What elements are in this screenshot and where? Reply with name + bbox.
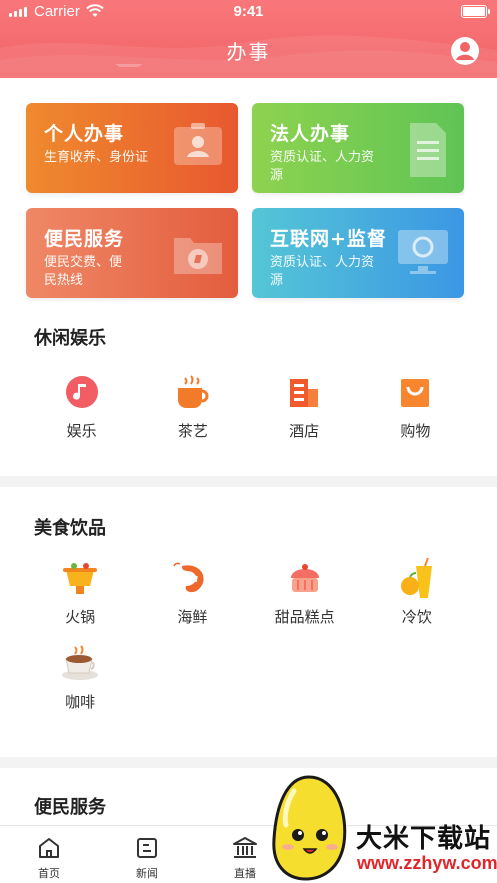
food-item-coffee[interactable]: 咖啡 bbox=[24, 643, 136, 712]
tile-subtitle: 生育收养、身份证 bbox=[44, 150, 149, 165]
monitor-icon bbox=[398, 230, 448, 274]
food-item-label: 冷饮 bbox=[401, 608, 432, 626]
food-item-label: 咖啡 bbox=[65, 693, 96, 711]
leisure-item-label: 茶艺 bbox=[177, 422, 208, 440]
tab-label: 新闻 bbox=[136, 867, 158, 880]
tab-label: 首页 bbox=[38, 867, 60, 880]
food-icons-row-2: 咖啡 bbox=[24, 643, 473, 712]
tile-internet-supervision[interactable]: 互联网+监督 资质认证、人力资源 bbox=[252, 208, 464, 298]
app-header: Carrier 9:41 办事 bbox=[0, 0, 497, 78]
tab-news[interactable]: 新闻 bbox=[98, 826, 196, 883]
food-section-title: 美食饮品 bbox=[34, 518, 106, 539]
main-content: 个人办事 生育收养、身份证 法人办事 资质认证、人力资源 便民服务 便民交费、便… bbox=[0, 78, 497, 825]
food-item-label: 甜品糕点 bbox=[274, 608, 335, 626]
music-icon bbox=[62, 372, 102, 412]
document-icon bbox=[410, 123, 446, 177]
rice-mascot-logo bbox=[272, 775, 347, 881]
battery-icon bbox=[461, 5, 490, 18]
hotel-icon bbox=[284, 372, 324, 412]
food-item-label: 火锅 bbox=[65, 608, 96, 626]
shrimp-icon bbox=[172, 558, 212, 598]
status-time: 9:41 bbox=[233, 3, 264, 20]
tab-label: 直播 bbox=[234, 867, 256, 880]
status-bar: Carrier 9:41 bbox=[0, 0, 497, 24]
home-icon bbox=[39, 838, 59, 858]
hotpot-icon bbox=[60, 558, 100, 598]
food-icons-row: 火锅 海鲜 甜品糕点 冷饮 bbox=[24, 557, 473, 627]
tab-home[interactable]: 首页 bbox=[0, 826, 98, 883]
food-section: 美食饮品 火锅 海鲜 甜品糕点 冷饮 咖啡 bbox=[0, 487, 497, 757]
food-item-cold-drink[interactable]: 冷饮 bbox=[361, 557, 473, 627]
watermark-url: www.zzhyw.com bbox=[357, 853, 497, 873]
leisure-item-entertainment[interactable]: 娱乐 bbox=[26, 372, 137, 441]
shopping-bag-icon bbox=[395, 372, 435, 412]
page-title: 办事 bbox=[226, 40, 271, 64]
food-item-hotpot[interactable]: 火锅 bbox=[24, 558, 136, 627]
user-profile-icon[interactable] bbox=[450, 36, 480, 66]
section-divider bbox=[0, 757, 497, 768]
leisure-item-label: 娱乐 bbox=[66, 422, 97, 440]
bank-icon bbox=[233, 837, 257, 858]
food-item-label: 海鲜 bbox=[177, 608, 208, 626]
food-item-seafood[interactable]: 海鲜 bbox=[136, 558, 248, 627]
leisure-item-tea[interactable]: 茶艺 bbox=[137, 372, 248, 441]
news-icon bbox=[137, 838, 157, 858]
tile-subtitle: 便民交费、便民热线 bbox=[44, 255, 123, 288]
tile-title: 互联网+监督 bbox=[270, 228, 387, 250]
leisure-section-title: 休闲娱乐 bbox=[34, 328, 106, 349]
tile-convenience-services[interactable]: 便民服务 便民交费、便民热线 bbox=[26, 208, 238, 298]
tile-subtitle: 资质认证、人力资源 bbox=[270, 255, 375, 288]
leisure-item-label: 酒店 bbox=[289, 422, 320, 440]
service-tiles-grid: 个人办事 生育收养、身份证 法人办事 资质认证、人力资源 便民服务 便民交费、便… bbox=[26, 103, 471, 298]
tile-title: 便民服务 bbox=[44, 228, 125, 250]
leisure-item-hotel[interactable]: 酒店 bbox=[249, 372, 360, 441]
folder-compass-icon bbox=[174, 238, 222, 274]
tile-title: 个人办事 bbox=[44, 123, 125, 145]
cold-drink-icon bbox=[397, 557, 437, 598]
services-section: 个人办事 生育收养、身份证 法人办事 资质认证、人力资源 便民服务 便民交费、便… bbox=[0, 78, 497, 476]
leisure-icons-row: 娱乐 茶艺 酒店 购物 bbox=[26, 372, 471, 441]
leisure-item-shopping[interactable]: 购物 bbox=[360, 372, 471, 441]
watermark-name: 大米下载站 bbox=[356, 824, 492, 854]
tile-title: 法人办事 bbox=[270, 123, 351, 145]
tile-legal-entity-affairs[interactable]: 法人办事 资质认证、人力资源 bbox=[252, 103, 464, 193]
person-card-icon bbox=[174, 123, 222, 165]
coffee-icon bbox=[60, 643, 100, 683]
leisure-item-label: 购物 bbox=[400, 422, 431, 440]
food-item-dessert[interactable]: 甜品糕点 bbox=[249, 558, 361, 627]
cake-icon bbox=[285, 558, 325, 598]
site-watermark: 大米下载站 www.zzhyw.com bbox=[264, 773, 497, 883]
tile-personal-affairs[interactable]: 个人办事 生育收养、身份证 bbox=[26, 103, 238, 193]
tile-subtitle: 资质认证、人力资源 bbox=[270, 150, 375, 183]
section-divider bbox=[0, 476, 497, 487]
teacup-icon bbox=[173, 372, 213, 412]
